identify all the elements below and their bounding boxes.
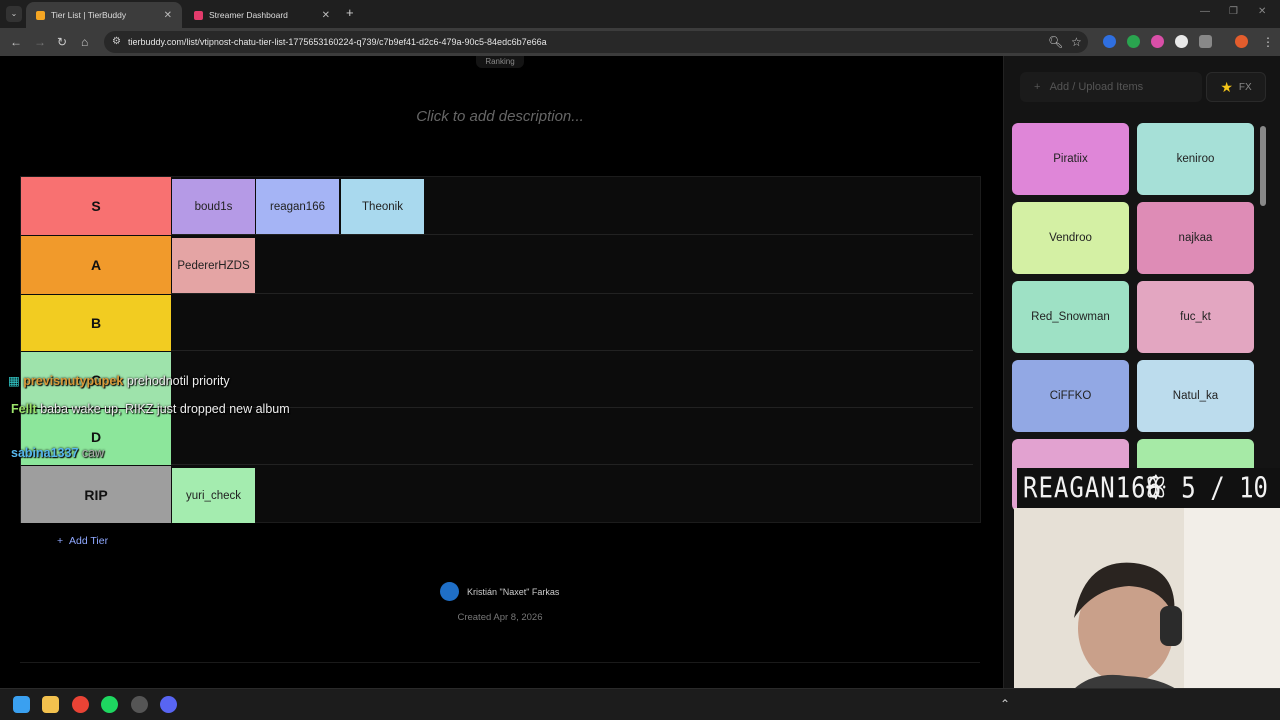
extension-icon[interactable]	[1103, 35, 1116, 48]
tier-label[interactable]: S	[21, 177, 171, 235]
tier-row-b: B	[21, 295, 973, 351]
created-date: Created Apr 8, 2026	[457, 612, 543, 623]
plus-icon: +	[57, 535, 64, 547]
tier-label[interactable]: RIP	[21, 466, 171, 523]
address-bar[interactable]: ⚙ tierbuddy.com/list/vtipnost-chatu-tier…	[104, 31, 1088, 53]
author-avatar	[440, 582, 459, 601]
windows-taskbar: ⌃	[0, 688, 1280, 720]
scrollbar-thumb[interactable]	[1260, 126, 1266, 206]
star-icon: ★	[1220, 78, 1233, 95]
chat-text: baba wake up, RIKZ just dropped new albu…	[40, 402, 290, 416]
spotify-icon[interactable]	[101, 696, 118, 713]
tier-item[interactable]: yuri_check	[172, 468, 255, 523]
maximize-icon[interactable]: ❐	[1229, 6, 1238, 17]
chrome-icon[interactable]	[72, 696, 89, 713]
extension-icon[interactable]	[1151, 35, 1164, 48]
fx-label: FX	[1238, 81, 1252, 93]
extension-icon[interactable]	[1127, 35, 1140, 48]
tier-item[interactable]: boud1s	[172, 179, 255, 234]
close-window-icon[interactable]: ✕	[1258, 6, 1266, 17]
panel-item[interactable]: Natul_ka	[1137, 360, 1254, 432]
stream-name-overlay: REAGAN166 ꕥ 5 / 10	[1017, 468, 1280, 508]
panel-item[interactable]: Vendroo	[1012, 202, 1129, 274]
close-tab-icon[interactable]: ✕	[164, 10, 172, 21]
add-tier-label: Add Tier	[68, 535, 109, 547]
chat-username: Fellt	[11, 402, 37, 416]
stream-score: ꕥ 5 / 10	[1145, 471, 1268, 505]
panel-item[interactable]: najkaa	[1137, 202, 1254, 274]
browser-icon[interactable]	[131, 696, 148, 713]
tier-item[interactable]: Theonik	[341, 179, 424, 234]
tier-label[interactable]: B	[21, 295, 171, 351]
reload-icon[interactable]: ↻	[57, 35, 67, 49]
chat-username: sabina1337	[11, 446, 79, 460]
panel-item[interactable]: keniroo	[1137, 123, 1254, 195]
author-name: Kristián "Naxet" Farkas	[467, 586, 560, 597]
bookmark-star-icon[interactable]: ☆	[1071, 35, 1082, 49]
chat-message: sabina1337 caw	[11, 446, 104, 460]
tray-chevron-icon[interactable]: ⌃	[1000, 697, 1010, 711]
description-placeholder[interactable]: Click to add description...	[300, 108, 700, 125]
menu-dots-icon[interactable]: ⋮	[1262, 35, 1274, 49]
tier-row-a: A PedererHZDS	[21, 236, 973, 294]
panel-item[interactable]: CiFFKO	[1012, 360, 1129, 432]
add-upload-items-button[interactable]: + Add / Upload Items	[1020, 72, 1202, 102]
tier-board: S boud1s reagan166 Theonik A PedererHZDS…	[20, 176, 981, 523]
tab-tier-list[interactable]: Tier List | TierBuddy ✕	[26, 2, 182, 28]
chat-username: previsnutypupek	[23, 374, 124, 388]
ranking-tab[interactable]: Ranking	[476, 56, 524, 68]
streamer-name: REAGAN166	[1023, 471, 1163, 505]
new-tab-plus-icon[interactable]: +	[346, 5, 354, 20]
discord-icon[interactable]	[160, 696, 177, 713]
extension-icon[interactable]	[1175, 35, 1188, 48]
chat-text: caw	[81, 446, 105, 460]
chat-message: Fellt baba wake up, RIKZ just dropped ne…	[11, 399, 301, 419]
add-tier-button[interactable]: + Add Tier	[57, 535, 108, 547]
minimize-icon[interactable]: —	[1200, 6, 1210, 17]
chat-text: prehodnotil priority	[126, 374, 230, 388]
chat-message: ▦ previsnutypupek prehodnotil priority	[8, 373, 230, 388]
browser-tab-strip: ⌄ Tier List | TierBuddy ✕ Streamer Dashb…	[0, 0, 1280, 28]
tier-item[interactable]: reagan166	[256, 179, 339, 234]
author-info[interactable]: Kristián "Naxet" Farkas	[440, 582, 559, 601]
site-info-icon[interactable]: ⚙	[112, 36, 121, 47]
forward-arrow-icon[interactable]: →	[34, 35, 46, 49]
panel-item[interactable]: Piratiix	[1012, 123, 1129, 195]
tab-streamer-dashboard[interactable]: Streamer Dashboard ✕	[184, 2, 340, 28]
score-value: 5 / 10	[1181, 471, 1268, 505]
panel-item[interactable]: Red_Snowman	[1012, 281, 1129, 353]
windows-start-icon[interactable]	[13, 696, 30, 713]
tier-item[interactable]: PedererHZDS	[172, 238, 255, 293]
back-arrow-icon[interactable]: ←	[10, 35, 22, 49]
tier-row-s: S boud1s reagan166 Theonik	[21, 177, 973, 235]
panel-item[interactable]: fuc_kt	[1137, 281, 1254, 353]
tier-row-rip: RIP yuri_check	[21, 466, 973, 523]
tab-search-chevron-icon[interactable]: ⌄	[6, 6, 22, 22]
file-explorer-icon[interactable]	[42, 696, 59, 713]
butterfly-icon: ꕥ	[1144, 471, 1167, 505]
zoom-icon[interactable]: 🔍︎	[1048, 35, 1063, 49]
page-footer-bar	[20, 662, 980, 688]
fx-button[interactable]: ★ FX	[1206, 72, 1266, 102]
home-icon[interactable]: ⌂	[81, 35, 88, 49]
tierbuddy-favicon-icon	[36, 10, 45, 20]
url-text: tierbuddy.com/list/vtipnost-chatu-tier-l…	[128, 37, 547, 47]
chat-badge-icon: ▦	[8, 374, 20, 388]
tab-title: Tier List | TierBuddy	[51, 10, 127, 20]
tab-title: Streamer Dashboard	[209, 10, 288, 20]
upload-label: Add / Upload Items	[1049, 81, 1144, 93]
extensions-puzzle-icon[interactable]	[1199, 35, 1212, 48]
profile-avatar-icon[interactable]	[1235, 35, 1248, 48]
tier-label[interactable]: A	[21, 236, 171, 294]
close-tab-icon[interactable]: ✕	[322, 10, 330, 21]
browser-toolbar: ← → ↻ ⌂ ⚙ tierbuddy.com/list/vtipnost-ch…	[0, 28, 1280, 56]
dashboard-favicon-icon	[194, 10, 203, 20]
